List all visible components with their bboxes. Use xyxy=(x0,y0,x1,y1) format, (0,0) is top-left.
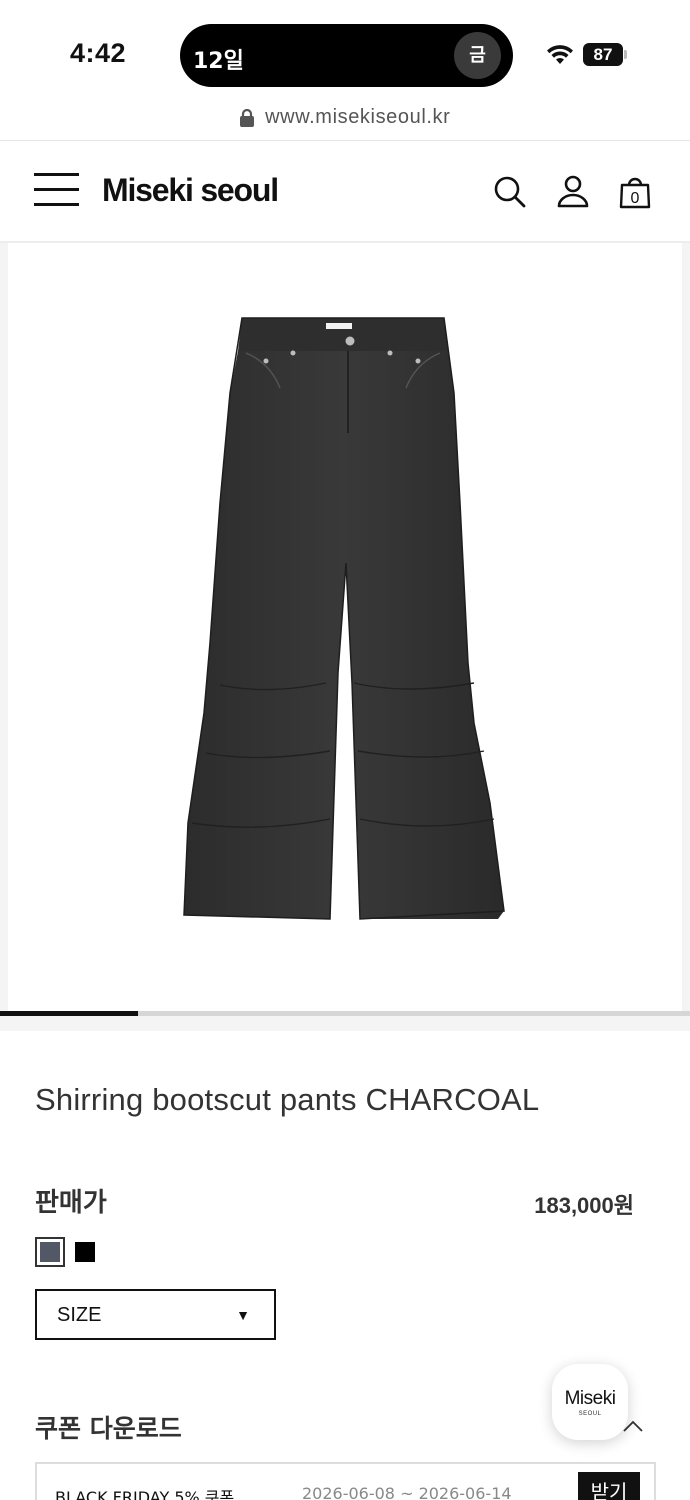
wifi-icon xyxy=(547,45,573,64)
color-swatch-fill xyxy=(40,1242,60,1262)
floating-brand-button[interactable]: Miseki SEOUL xyxy=(552,1364,628,1440)
size-select[interactable]: SIZE ▼ xyxy=(35,1289,276,1340)
product-image xyxy=(183,317,505,920)
status-bar: 4:42 12일 금 87 xyxy=(0,0,690,105)
floating-button-label: Miseki xyxy=(564,1388,616,1409)
account-icon[interactable] xyxy=(556,175,590,209)
product-title: Shirring bootscut pants CHARCOAL xyxy=(35,1082,540,1117)
coupon-period: 2026-06-08 ~ 2026-06-14 xyxy=(302,1484,512,1500)
gallery-progress xyxy=(0,1011,690,1016)
site-logo[interactable]: Miseki seoul xyxy=(102,172,279,209)
address-bar[interactable]: www.misekiseoul.kr xyxy=(0,106,690,140)
product-image-frame xyxy=(8,243,682,1013)
dynamic-island: 12일 금 xyxy=(180,24,513,87)
battery-indicator: 87 xyxy=(583,43,623,66)
battery-tip xyxy=(624,50,627,59)
coupon-name: BLACK FRIDAY 5% 쿠폰 xyxy=(55,1488,235,1500)
price-label: 판매가 xyxy=(35,1188,107,1218)
lock-icon xyxy=(239,108,254,127)
cart-icon[interactable]: 0 xyxy=(618,175,652,209)
site-header: Miseki seoul 0 xyxy=(0,141,690,241)
dropdown-arrow-icon: ▼ xyxy=(236,1307,250,1323)
coupon-item: BLACK FRIDAY 5% 쿠폰 2026-06-08 ~ 2026-06-… xyxy=(35,1462,656,1500)
color-swatch-black[interactable] xyxy=(75,1242,95,1262)
coupon-download-button[interactable]: 받기 xyxy=(578,1472,640,1500)
island-weekday: 금 xyxy=(454,32,501,79)
search-icon[interactable] xyxy=(493,175,527,209)
status-time: 4:42 xyxy=(70,38,127,68)
cart-count: 0 xyxy=(631,190,640,207)
coupon-section-title: 쿠폰 다운로드 xyxy=(35,1414,182,1443)
color-swatch-charcoal[interactable] xyxy=(35,1237,65,1267)
product-gallery[interactable] xyxy=(0,243,690,1031)
gallery-progress-fill xyxy=(0,1011,138,1016)
size-select-value: SIZE xyxy=(57,1304,102,1326)
floating-button-sub: SEOUL xyxy=(578,1411,602,1417)
menu-icon[interactable] xyxy=(34,173,80,207)
url-text: www.misekiseoul.kr xyxy=(265,106,451,129)
island-day: 12일 xyxy=(193,49,244,74)
product-price: 183,000원 xyxy=(534,1193,634,1218)
